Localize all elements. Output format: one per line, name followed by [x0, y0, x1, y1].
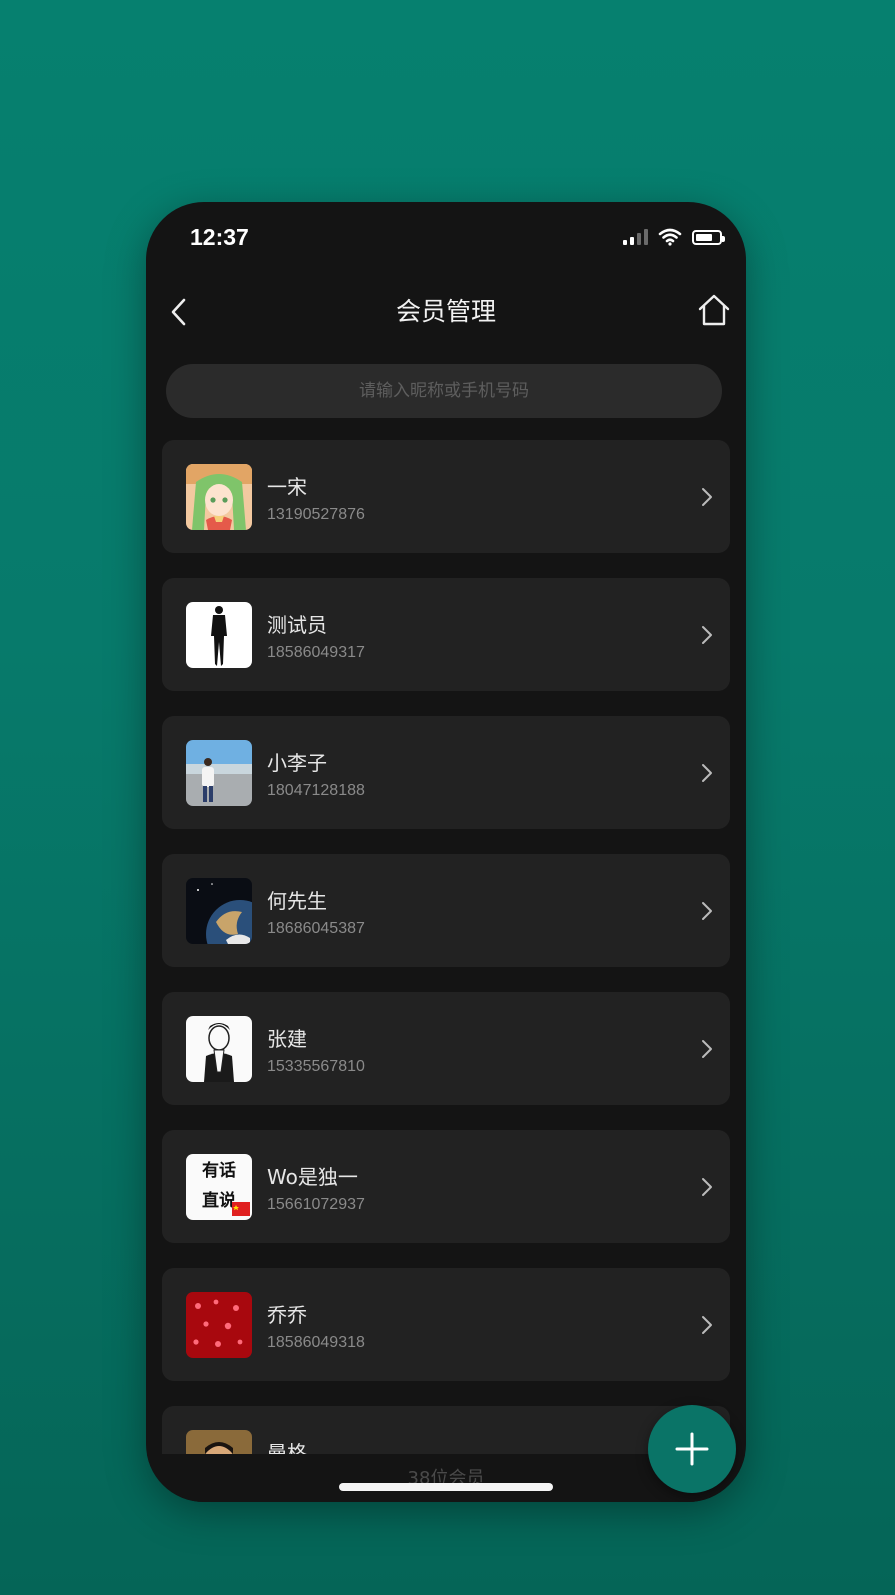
member-phone: 18586049318: [267, 1334, 365, 1351]
outdoor-photo-avatar: [186, 740, 252, 806]
status-icons: [623, 228, 725, 246]
member-card[interactable]: 曼格: [162, 1406, 730, 1454]
home-button[interactable]: [696, 292, 732, 328]
member-phone: 18047128188: [267, 782, 365, 799]
status-time: 12:37: [190, 224, 249, 250]
silhouette-avatar: [186, 602, 252, 668]
chevron-right-icon: [702, 626, 712, 644]
member-card[interactable]: 有话 直说 Wo是独一 15661072937: [162, 1130, 730, 1243]
home-indicator[interactable]: [339, 1483, 553, 1491]
member-name: 曼格: [267, 1441, 307, 1454]
anime-girl-avatar: [186, 464, 252, 530]
search-input[interactable]: [166, 364, 722, 418]
avatar-text-line-1: 有话: [202, 1161, 236, 1181]
member-card[interactable]: 测试员 18586049317: [162, 578, 730, 691]
chevron-right-icon: [702, 1178, 712, 1196]
member-phone: 15661072937: [267, 1196, 365, 1213]
member-card[interactable]: 一宋 13190527876: [162, 440, 730, 553]
status-bar: 12:37: [146, 202, 746, 272]
member-name: 测试员: [267, 613, 327, 637]
member-card[interactable]: 小李子 18047128188: [162, 716, 730, 829]
member-list[interactable]: 一宋 13190527876 测试员 18586049317 小李子 18047…: [162, 440, 730, 1454]
page-title: 会员管理: [395, 297, 496, 326]
member-name: Wo是独一: [267, 1165, 358, 1189]
member-phone: 13190527876: [267, 506, 365, 523]
member-name: 乔乔: [267, 1303, 307, 1327]
battery-icon: [692, 229, 725, 245]
chevron-right-icon: [702, 902, 712, 920]
member-card[interactable]: 乔乔 18586049318: [162, 1268, 730, 1381]
portrait-avatar: [186, 1430, 252, 1454]
red-hearts-avatar: [186, 1292, 252, 1358]
plus-icon: [675, 1432, 709, 1466]
phone-frame: 12:37 会员管理 请输入昵称或手机号码 一宋 13190527876 测试员…: [146, 202, 746, 1502]
member-phone: 18586049317: [267, 644, 365, 661]
member-card[interactable]: 何先生 18686045387: [162, 854, 730, 967]
text-avatar: 有话 直说: [186, 1154, 252, 1220]
chevron-right-icon: [702, 488, 712, 506]
wifi-icon: [658, 228, 682, 246]
navigation-bar: 会员管理: [146, 282, 746, 342]
flag-icon: [232, 1202, 250, 1216]
member-phone: 18686045387: [267, 920, 365, 937]
chevron-right-icon: [702, 764, 712, 782]
chevron-right-icon: [702, 1040, 712, 1058]
chevron-right-icon: [702, 1316, 712, 1334]
member-name: 张建: [267, 1027, 307, 1051]
add-member-button[interactable]: [648, 1405, 736, 1493]
cellular-signal-icon: [623, 229, 648, 245]
member-name: 一宋: [267, 475, 307, 499]
member-card[interactable]: 张建 15335567810: [162, 992, 730, 1105]
member-phone: 15335567810: [267, 1058, 365, 1075]
earth-avatar: [186, 878, 252, 944]
member-name: 小李子: [267, 751, 327, 775]
sketch-portrait-avatar: [186, 1016, 252, 1082]
member-name: 何先生: [267, 889, 327, 913]
